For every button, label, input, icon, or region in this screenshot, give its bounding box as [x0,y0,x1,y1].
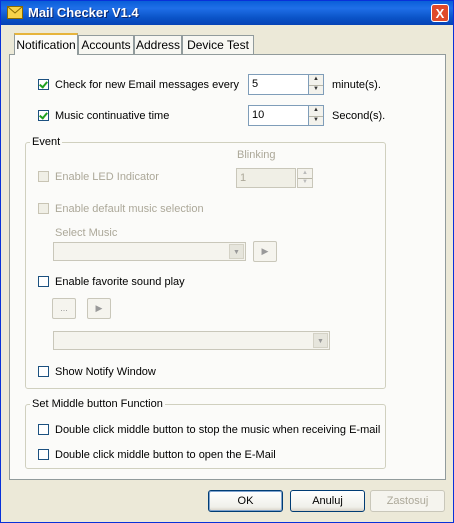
music-time-checkbox[interactable] [38,110,49,121]
music-time-spinner[interactable]: ▲ ▼ [308,105,324,126]
music-time-unit: Second(s). [332,110,386,122]
close-button[interactable]: X [431,4,449,22]
apply-button[interactable]: Zastosuj [370,490,445,512]
play-icon: ▶ [95,303,103,313]
middle-button-legend: Set Middle button Function [32,398,163,410]
notify-window-checkbox[interactable] [38,366,49,377]
favorite-sound-dropdown[interactable]: ▼ [53,331,330,350]
chevron-down-icon[interactable]: ▼ [229,244,244,259]
open-email-label: Double click middle button to open the E… [55,449,276,461]
led-label: Enable LED Indicator [55,171,159,183]
tab-device-test[interactable]: Device Test [182,35,254,54]
browse-button[interactable]: ... [52,298,76,319]
tab-notification[interactable]: Notification [14,33,78,55]
title-bar[interactable]: Mail Checker V1.4 X [1,1,453,25]
spin-down-icon[interactable]: ▼ [309,85,323,95]
event-legend: Event [32,136,61,148]
main-window: Mail Checker V1.4 X Notification Account… [0,0,454,523]
check-email-checkbox[interactable] [38,79,49,90]
default-music-checkbox[interactable] [38,203,49,214]
blinking-label: Blinking [237,149,276,161]
check-interval-spinner[interactable]: ▲ ▼ [308,74,324,95]
window-title: Mail Checker V1.4 [28,5,139,20]
stop-music-label: Double click middle button to stop the m… [55,424,381,436]
music-time-input[interactable]: 10 [248,105,309,126]
play-favorite-button[interactable]: ▶ [87,298,111,319]
select-music-label: Select Music [55,227,118,239]
play-icon: ▶ [261,246,269,256]
spin-down-icon[interactable]: ▼ [309,116,323,126]
stop-music-checkbox[interactable] [38,424,49,435]
favorite-sound-label: Enable favorite sound play [55,276,185,288]
notify-window-label: Show Notify Window [55,366,156,378]
blinking-spinner[interactable]: ▲ ▼ [297,168,313,188]
check-interval-unit: minute(s). [332,79,381,91]
tab-accounts[interactable]: Accounts [78,35,134,54]
ok-button[interactable]: OK [208,490,283,512]
favorite-sound-checkbox[interactable] [38,276,49,287]
cancel-button[interactable]: Anuluj [290,490,365,512]
tab-address[interactable]: Address [134,35,182,54]
led-checkbox[interactable] [38,171,49,182]
blinking-input[interactable]: 1 [236,168,296,188]
notification-panel: Check for new Email messages every 5 ▲ ▼… [9,54,446,480]
play-default-music-button[interactable]: ▶ [253,241,277,262]
default-music-label: Enable default music selection [55,203,204,215]
music-time-label: Music continuative time [55,110,170,122]
select-music-dropdown[interactable]: ▼ [53,242,246,261]
check-email-label: Check for new Email messages every [55,79,240,91]
envelope-icon [7,6,23,19]
spin-down-icon[interactable]: ▼ [298,178,312,187]
open-email-checkbox[interactable] [38,449,49,460]
chevron-down-icon[interactable]: ▼ [313,333,328,348]
check-interval-input[interactable]: 5 [248,74,309,95]
